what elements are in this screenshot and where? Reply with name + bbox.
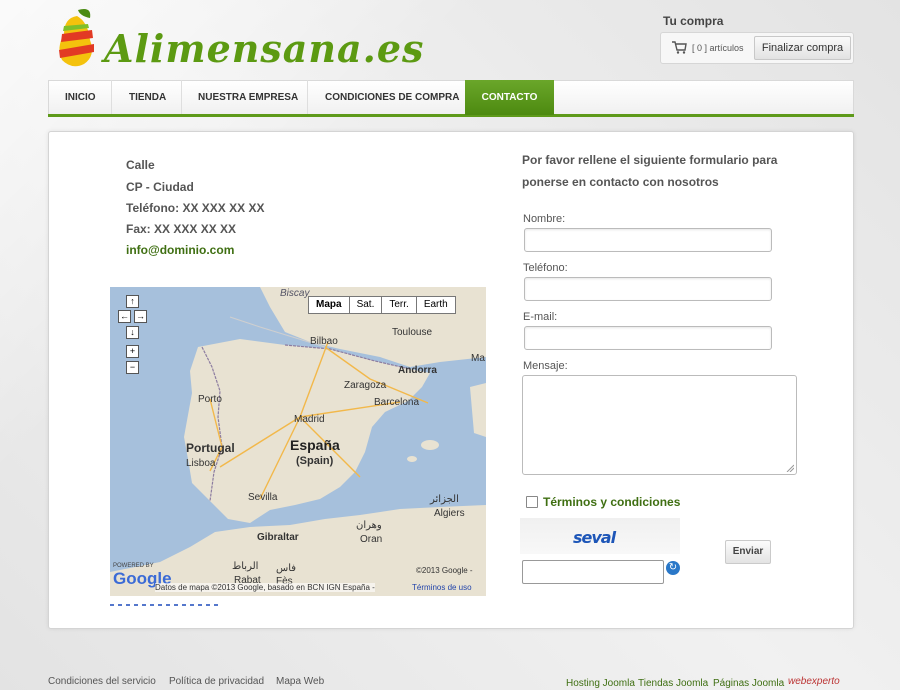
map-label-alger-ar: الجزائر bbox=[430, 494, 459, 505]
map-pan-down-icon[interactable]: ↓ bbox=[126, 326, 139, 339]
address-fax: Fax: XX XXX XX XX bbox=[126, 222, 237, 236]
nav-condiciones-compra[interactable]: CONDICIONES DE COMPRA bbox=[325, 80, 459, 114]
send-button[interactable]: Enviar bbox=[725, 540, 771, 564]
email-input[interactable] bbox=[524, 326, 772, 350]
phone-input[interactable] bbox=[524, 277, 772, 301]
nav-divider bbox=[181, 80, 182, 114]
nav-tienda[interactable]: TIENDA bbox=[129, 80, 166, 114]
captcha-input[interactable] bbox=[522, 560, 664, 584]
map-label-rabat-ar: الرباط bbox=[232, 561, 259, 572]
map-label-fes-ar: فاس bbox=[276, 563, 297, 574]
checkout-button[interactable]: Finalizar compra bbox=[754, 36, 851, 60]
map-label-gibraltar: Gibraltar bbox=[257, 532, 299, 543]
pear-logo-icon bbox=[59, 9, 94, 67]
map-zoom-out-icon[interactable]: − bbox=[126, 361, 139, 374]
map-label-oran-ar: وهران bbox=[356, 520, 382, 531]
map-label-toulouse: Toulouse bbox=[392, 327, 433, 338]
map-link[interactable] bbox=[110, 604, 220, 606]
cart-count[interactable]: [ 0 ] artículos bbox=[692, 43, 744, 53]
message-textarea[interactable] bbox=[522, 375, 797, 475]
nav-inicio[interactable]: INICIO bbox=[65, 80, 96, 114]
map-label-lisboa: Lisboa bbox=[186, 458, 216, 469]
map-label-andorra: Andorra bbox=[398, 365, 437, 376]
message-label: Mensaje: bbox=[523, 360, 568, 372]
map-label-portugal: Portugal bbox=[186, 441, 235, 455]
map-label-sevilla: Sevilla bbox=[248, 492, 278, 503]
map-label-espana: España bbox=[290, 437, 340, 453]
name-input[interactable] bbox=[524, 228, 772, 252]
footer-tiendas-link[interactable]: Tiendas Joomla bbox=[638, 678, 708, 689]
nav-contacto[interactable]: CONTACTO bbox=[465, 80, 554, 115]
map-label-madrid: Madrid bbox=[294, 414, 325, 425]
nav-underline bbox=[48, 114, 854, 117]
map-label-zaragoza: Zaragoza bbox=[344, 380, 387, 391]
address-city: CP - Ciudad bbox=[126, 180, 194, 194]
captcha-text: seval bbox=[573, 528, 616, 547]
captcha-refresh-icon[interactable]: ↻ bbox=[666, 561, 680, 575]
name-label: Nombre: bbox=[523, 213, 566, 225]
nav-divider bbox=[307, 80, 308, 114]
footer-paginas-link[interactable]: Páginas Joomla bbox=[713, 678, 784, 689]
map-label-oran: Oran bbox=[360, 534, 383, 545]
map-type-mapa[interactable]: Mapa bbox=[308, 296, 350, 314]
map-pan-up-icon[interactable]: ↑ bbox=[126, 295, 139, 308]
site-title[interactable]: Alimensana.es bbox=[104, 26, 424, 71]
webexperto-logo[interactable]: webexperto bbox=[788, 676, 840, 687]
map-label-porto: Porto bbox=[198, 394, 222, 405]
map-copyright: ©2013 Google - bbox=[416, 566, 473, 575]
map-pan-right-icon[interactable]: → bbox=[134, 310, 147, 323]
map-type-terr[interactable]: Terr. bbox=[381, 296, 417, 314]
map-label-spain: (Spain) bbox=[296, 455, 334, 467]
map-pan-left-icon[interactable]: ← bbox=[118, 310, 131, 323]
map-label-ma: Ma bbox=[471, 353, 485, 364]
footer-sitemap-link[interactable]: Mapa Web bbox=[276, 676, 324, 687]
map-label-biscay: Biscay bbox=[280, 288, 310, 299]
terms-checkbox[interactable] bbox=[526, 496, 538, 508]
map-label-barcelona: Barcelona bbox=[374, 397, 420, 408]
footer-hosting-link[interactable]: Hosting Joomla bbox=[566, 678, 635, 689]
phone-label: Teléfono: bbox=[523, 262, 568, 274]
map-type-sat[interactable]: Sat. bbox=[348, 296, 383, 314]
cart-icon[interactable] bbox=[671, 40, 687, 54]
footer-terms-link[interactable]: Condiciones del servicio bbox=[48, 676, 156, 687]
nav-nuestra-empresa[interactable]: NUESTRA EMPRESA bbox=[198, 80, 298, 114]
google-map[interactable]: Biscay Toulouse Bilbao Andorra Ma Zarago… bbox=[110, 287, 486, 596]
contact-email-link[interactable]: info@dominio.com bbox=[126, 243, 234, 257]
cart-title: Tu compra bbox=[663, 14, 724, 28]
email-label: E-mail: bbox=[523, 311, 558, 323]
map-type-earth[interactable]: Earth bbox=[415, 296, 456, 314]
map-terms-link[interactable]: Términos de uso bbox=[412, 583, 472, 592]
footer-privacy-link[interactable]: Política de privacidad bbox=[169, 676, 264, 687]
resize-handle-icon[interactable] bbox=[786, 464, 794, 472]
form-intro-line2: ponerse en contacto con nosotros bbox=[522, 175, 719, 189]
nav-divider bbox=[111, 80, 112, 114]
map-label-bilbao: Bilbao bbox=[310, 336, 338, 347]
map-type-switcher: Mapa Sat. Terr. Earth bbox=[308, 296, 456, 314]
map-label-algiers: Algiers bbox=[434, 508, 465, 519]
address-street: Calle bbox=[126, 158, 155, 172]
terms-link[interactable]: Términos y condiciones bbox=[543, 495, 680, 509]
map-attribution: Datos de mapa ©2013 Google, basado en BC… bbox=[155, 583, 375, 592]
map-zoom-in-icon[interactable]: + bbox=[126, 345, 139, 358]
form-intro-line1: Por favor rellene el siguiente formulari… bbox=[522, 153, 778, 167]
address-phone: Teléfono: XX XXX XX XX bbox=[126, 201, 265, 215]
